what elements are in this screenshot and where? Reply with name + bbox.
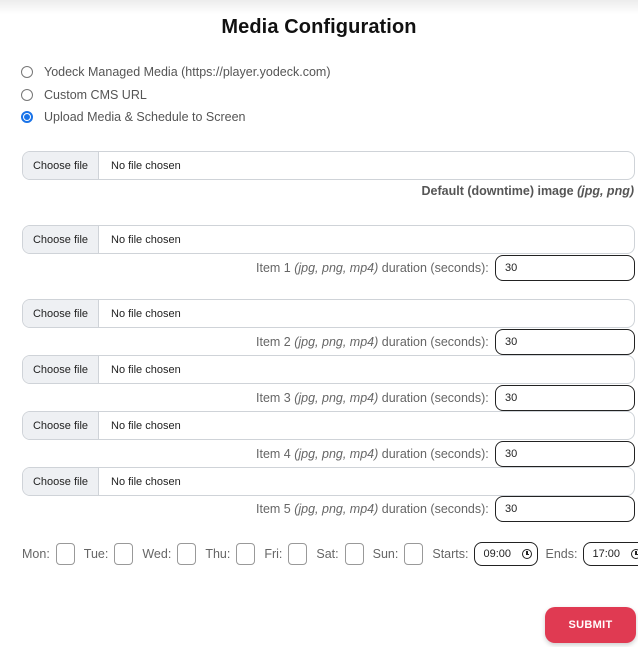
item-2-file-input[interactable]: Choose file No file chosen: [22, 299, 635, 328]
item-1-duration-input[interactable]: 30: [495, 255, 635, 281]
item-4-duration-label: Item 4 (jpg, png, mp4) duration (seconds…: [256, 447, 489, 461]
default-image-label-text: Default (downtime) image: [421, 184, 578, 198]
item-5-duration-label: Item 5 (jpg, png, mp4) duration (seconds…: [256, 502, 489, 516]
radio-option-upload-media[interactable]: Upload Media & Schedule to Screen: [21, 107, 246, 127]
item-label-prefix: Item 3: [256, 391, 295, 405]
ends-time-value: 17:00: [592, 548, 620, 560]
item-5-duration-input[interactable]: 30: [495, 496, 635, 522]
radio-label: Custom CMS URL: [44, 88, 147, 102]
choose-file-button[interactable]: Choose file: [23, 412, 99, 439]
item-3-duration-label: Item 3 (jpg, png, mp4) duration (seconds…: [256, 391, 489, 405]
item-4-file-input[interactable]: Choose file No file chosen: [22, 411, 635, 440]
day-checkbox-wed[interactable]: [177, 543, 197, 565]
day-label-sun: Sun:: [372, 547, 399, 561]
default-image-label: Default (downtime) image (jpg, png): [422, 184, 635, 198]
radio-button[interactable]: [21, 66, 33, 78]
choose-file-button[interactable]: Choose file: [23, 226, 99, 253]
item-3-duration-input[interactable]: 30: [495, 385, 635, 411]
day-label-tue: Tue:: [83, 547, 109, 561]
file-status: No file chosen: [111, 307, 181, 320]
day-label-wed: Wed:: [142, 547, 172, 561]
starts-time-value: 09:00: [483, 548, 512, 560]
file-status: No file chosen: [111, 233, 181, 246]
choose-file-button[interactable]: Choose file: [23, 356, 99, 383]
top-shadow: [0, 0, 638, 14]
day-checkbox-fri[interactable]: [288, 543, 308, 565]
file-status: No file chosen: [111, 475, 181, 488]
day-label-thu: Thu:: [205, 547, 231, 561]
day-checkbox-thu[interactable]: [236, 543, 256, 565]
clock-icon[interactable]: [631, 549, 638, 559]
item-2-duration-label: Item 2 (jpg, png, mp4) duration (seconds…: [256, 335, 489, 349]
starts-label: Starts:: [432, 547, 469, 561]
radio-option-custom-cms[interactable]: Custom CMS URL: [21, 85, 147, 105]
item-label-suffix: duration (seconds):: [378, 447, 489, 461]
day-checkbox-sun[interactable]: [404, 543, 424, 565]
file-status: No file chosen: [111, 419, 181, 432]
choose-file-button[interactable]: Choose file: [23, 152, 99, 179]
radio-label: Yodeck Managed Media (https://player.yod…: [44, 65, 331, 79]
page-title: Media Configuration: [221, 16, 417, 38]
file-status: No file chosen: [111, 363, 181, 376]
choose-file-button[interactable]: Choose file: [23, 468, 99, 495]
radio-button[interactable]: [21, 89, 33, 101]
item-4-duration-input[interactable]: 30: [495, 441, 635, 467]
day-label-sat: Sat:: [316, 547, 339, 561]
radio-option-yodeck-managed[interactable]: Yodeck Managed Media (https://player.yod…: [21, 62, 331, 82]
ends-label: Ends:: [545, 547, 578, 561]
day-label-mon: Mon:: [22, 547, 50, 561]
item-label-prefix: Item 1: [256, 261, 295, 275]
clock-icon[interactable]: [522, 549, 533, 559]
starts-time-input[interactable]: 09:00: [474, 542, 539, 566]
item-label-suffix: duration (seconds):: [378, 391, 489, 405]
item-label-types: (jpg, png, mp4): [294, 391, 379, 405]
day-label-fri: Fri:: [264, 547, 283, 561]
default-image-types: (jpg, png): [577, 184, 634, 198]
item-label-types: (jpg, png, mp4): [294, 502, 379, 516]
item-label-suffix: duration (seconds):: [378, 261, 489, 275]
item-3-file-input[interactable]: Choose file No file chosen: [22, 355, 635, 384]
ends-time-input[interactable]: 17:00: [583, 542, 638, 566]
choose-file-button[interactable]: Choose file: [23, 300, 99, 327]
day-checkbox-tue[interactable]: [114, 543, 134, 565]
item-label-prefix: Item 5: [256, 502, 295, 516]
item-1-duration-label: Item 1 (jpg, png, mp4) duration (seconds…: [256, 261, 489, 275]
item-label-suffix: duration (seconds):: [378, 335, 489, 349]
radio-label: Upload Media & Schedule to Screen: [44, 110, 246, 124]
item-5-file-input[interactable]: Choose file No file chosen: [22, 467, 635, 496]
default-image-file-input[interactable]: Choose file No file chosen: [22, 151, 635, 180]
day-checkbox-sat[interactable]: [344, 543, 364, 565]
item-label-prefix: Item 2: [256, 335, 295, 349]
day-checkbox-mon[interactable]: [55, 543, 75, 565]
item-label-prefix: Item 4: [256, 447, 295, 461]
submit-button[interactable]: SUBMIT: [545, 607, 636, 643]
item-label-suffix: duration (seconds):: [378, 502, 489, 516]
item-label-types: (jpg, png, mp4): [294, 335, 379, 349]
item-1-file-input[interactable]: Choose file No file chosen: [22, 225, 635, 254]
radio-button-selected[interactable]: [21, 111, 33, 123]
file-status: No file chosen: [111, 159, 181, 172]
item-label-types: (jpg, png, mp4): [294, 261, 379, 275]
item-label-types: (jpg, png, mp4): [294, 447, 379, 461]
schedule-row: Mon: Tue: Wed: Thu: Fri: Sat: Sun: Start…: [22, 542, 638, 566]
item-2-duration-input[interactable]: 30: [495, 329, 635, 355]
